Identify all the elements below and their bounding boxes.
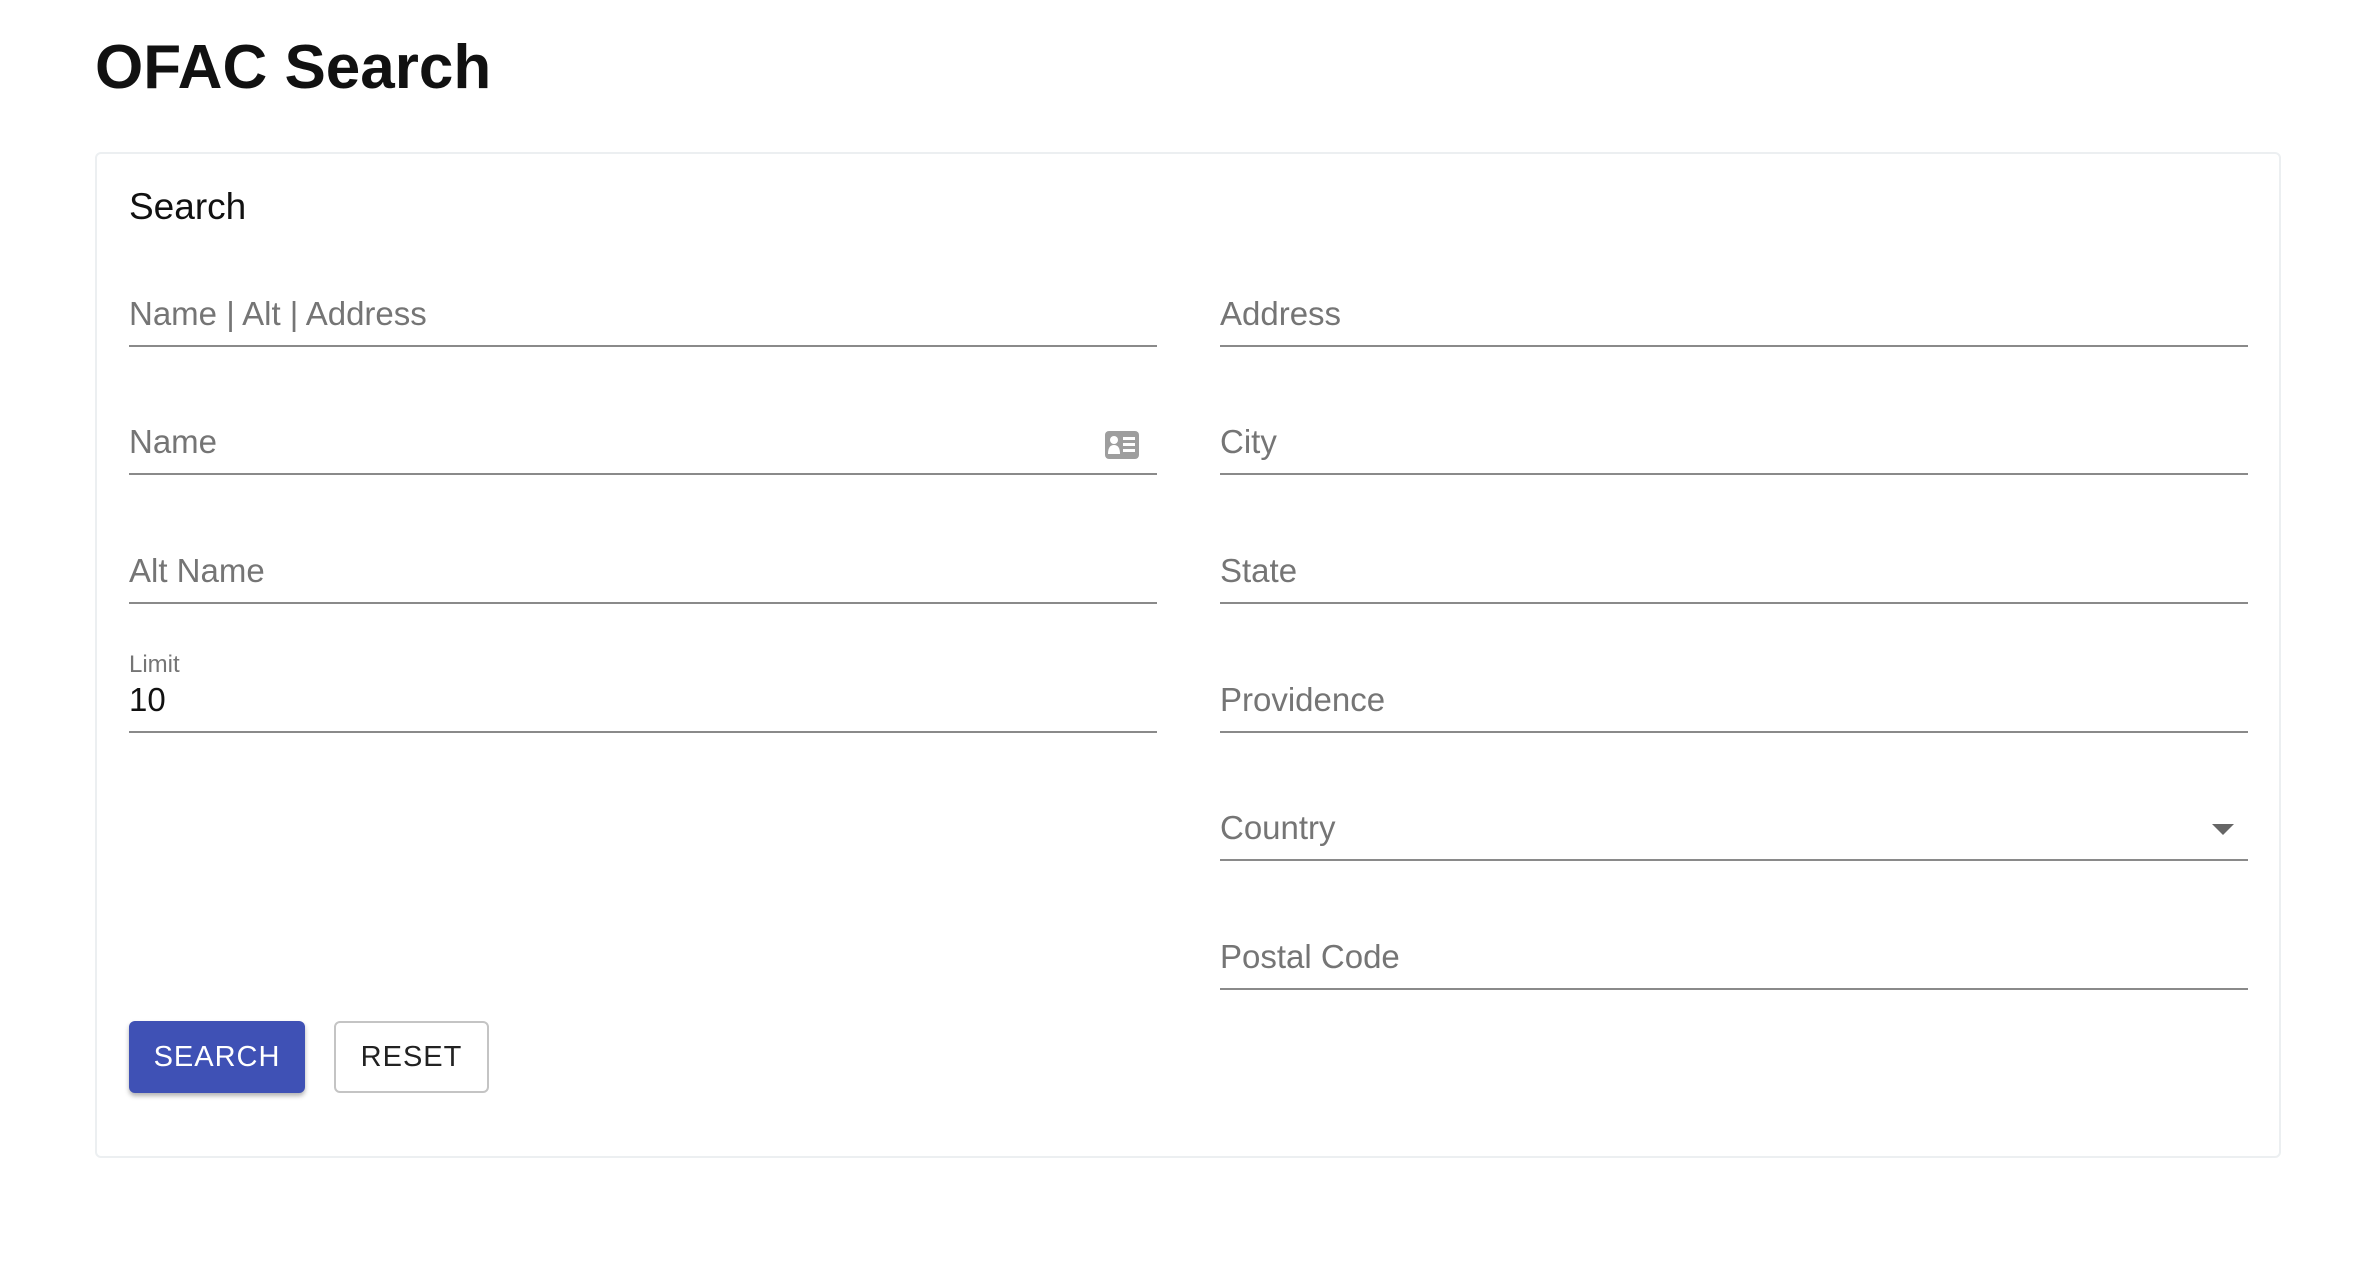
placeholder: City (1220, 423, 1277, 460)
name-input[interactable]: Name (129, 413, 1157, 475)
reset-button[interactable]: RESET (334, 1021, 489, 1093)
address-input[interactable]: Address (1220, 285, 2248, 347)
limit-label: Limit (129, 651, 180, 678)
country-select[interactable]: Country (1220, 799, 2248, 861)
limit-input[interactable]: Limit 10 (129, 651, 1157, 733)
placeholder: Address (1220, 295, 1342, 332)
placeholder: Country (1220, 809, 1336, 846)
placeholder: Postal Code (1220, 938, 1400, 975)
alt-name-input[interactable]: Alt Name (129, 542, 1157, 604)
city-input[interactable]: City (1220, 413, 2248, 475)
placeholder: Alt Name (129, 552, 265, 589)
providence-input[interactable]: Providence (1220, 671, 2248, 733)
placeholder: State (1220, 552, 1298, 589)
page-title: OFAC Search (95, 33, 492, 102)
state-input[interactable]: State (1220, 542, 2248, 604)
contact-card-icon[interactable] (1105, 431, 1139, 459)
limit-value: 10 (129, 681, 166, 718)
placeholder: Name | Alt | Address (129, 295, 427, 332)
name-alt-address-input[interactable]: Name | Alt | Address (129, 285, 1157, 347)
placeholder: Providence (1220, 681, 1386, 718)
card-title: Search (129, 186, 247, 227)
search-button[interactable]: SEARCH (129, 1021, 305, 1093)
postal-code-input[interactable]: Postal Code (1220, 928, 2248, 990)
dropdown-arrow-icon (2212, 824, 2234, 835)
placeholder: Name (129, 423, 218, 460)
